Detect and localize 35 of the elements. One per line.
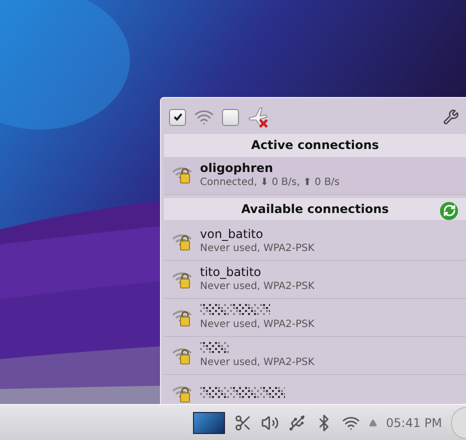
wireless-checkbox[interactable]	[169, 108, 186, 126]
wifi-lock-icon	[172, 165, 194, 185]
network-details: Never used, WPA2-PSK	[200, 356, 314, 370]
scissors-icon[interactable]	[234, 414, 252, 432]
network-name: von_batito	[200, 227, 264, 242]
network-item[interactable]: tito_batito Never used, WPA2-PSK	[164, 261, 466, 299]
checkmark-icon	[172, 112, 182, 122]
wifi-lock-icon	[172, 384, 194, 404]
volume-icon[interactable]	[261, 414, 279, 432]
settings-icon[interactable]	[443, 109, 459, 125]
network-details: Never used, WPA2-PSK	[200, 318, 314, 332]
network-item[interactable]: von_batito Never used, WPA2-PSK	[164, 223, 466, 261]
expand-icon[interactable]	[369, 418, 377, 426]
section-title: Active connections	[251, 138, 379, 152]
airplane-checkbox[interactable]	[222, 108, 239, 126]
desktop-pager[interactable]	[193, 412, 225, 434]
section-title: Available connections	[241, 202, 389, 216]
airplane-icon	[247, 106, 269, 128]
network-name: tito_batito	[200, 265, 262, 280]
wifi-lock-icon	[172, 346, 194, 366]
network-name: oligophren	[200, 160, 274, 176]
network-item[interactable]: Never used, WPA2-PSK	[164, 299, 466, 337]
wifi-lock-icon	[172, 232, 194, 252]
clock[interactable]: 05:41 PM	[386, 416, 442, 430]
wifi-lock-icon	[172, 308, 194, 328]
connection-item[interactable]: oligophren Connected, ⬇ 0 B/s, ⬆ 0 B/s	[164, 156, 466, 194]
network-details: Never used, WPA2-PSK	[200, 280, 314, 294]
network-item[interactable]: Never used, WPA2-PSK	[164, 337, 466, 375]
connection-status: Connected, ⬇ 0 B/s, ⬆ 0 B/s	[200, 176, 340, 190]
usb-icon[interactable]	[288, 414, 306, 432]
wifi-lock-icon	[172, 270, 194, 290]
redacted-name-drawing	[200, 342, 230, 354]
network-details: Never used, WPA2-PSK	[200, 242, 314, 256]
redacted-name-drawing	[200, 304, 270, 316]
refresh-button[interactable]	[440, 202, 458, 220]
